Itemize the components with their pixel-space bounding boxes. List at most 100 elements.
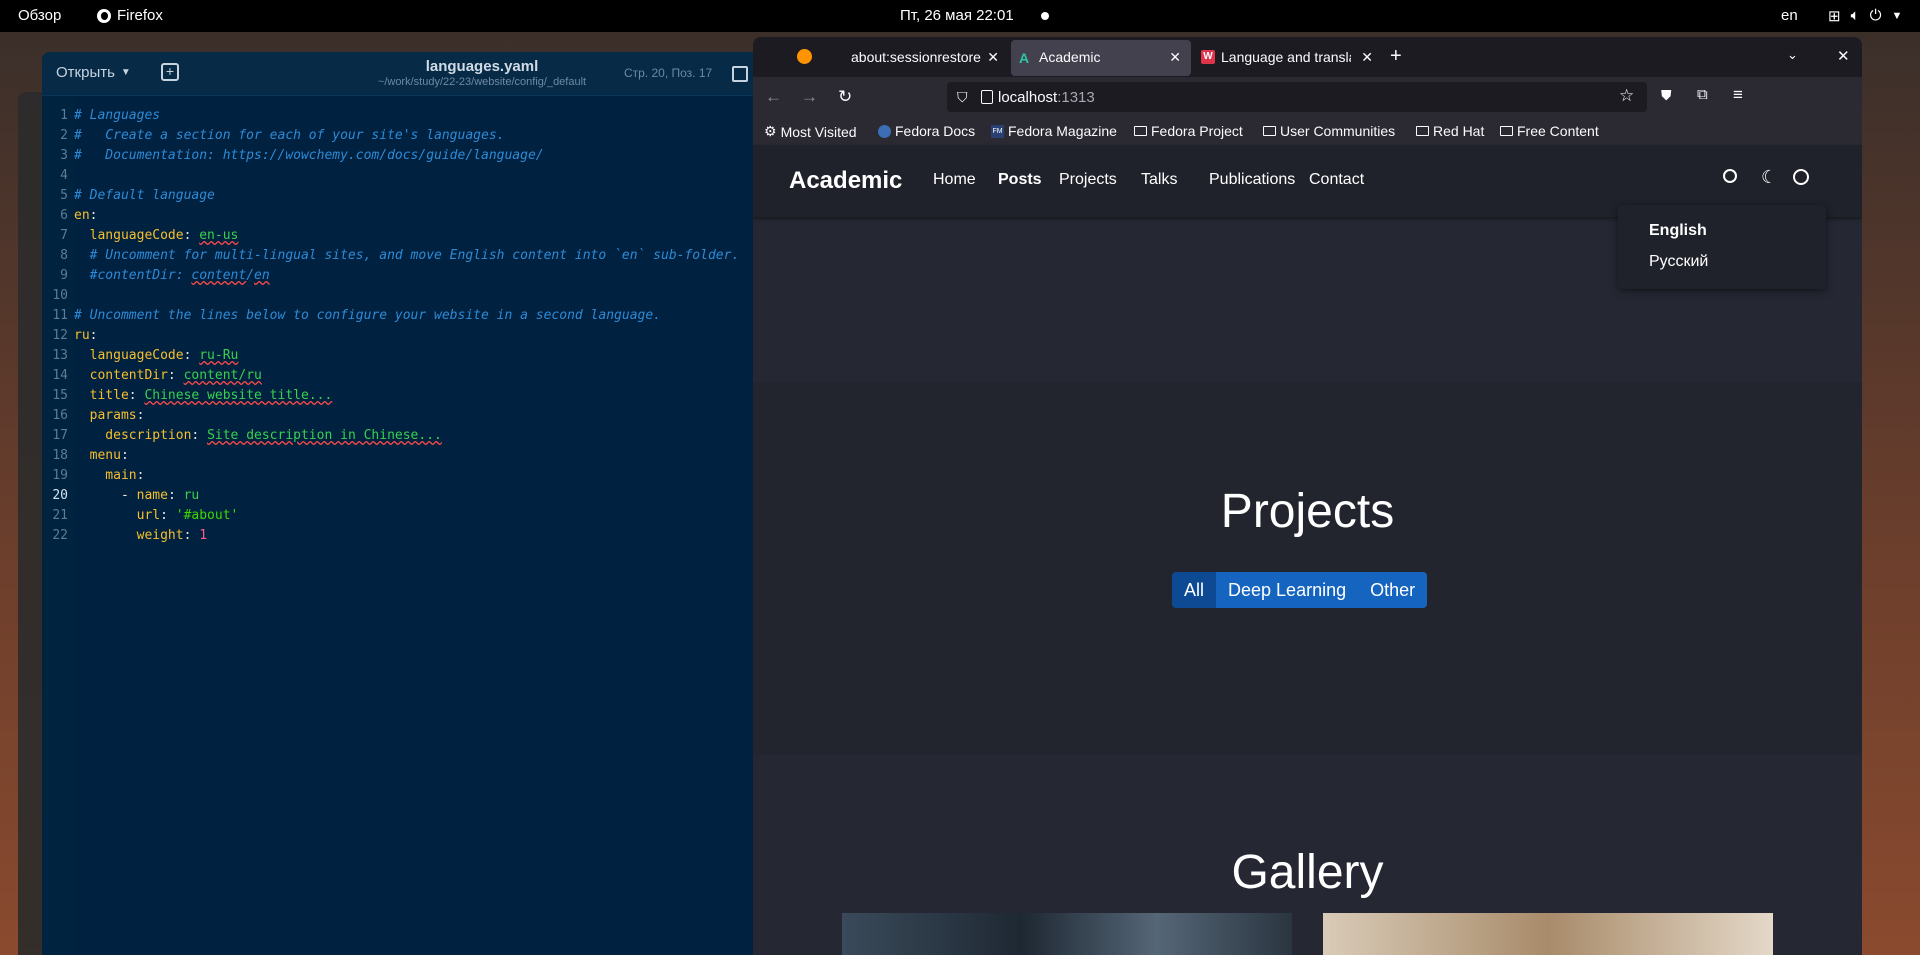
close-tab-icon[interactable]: ✕ — [1169, 49, 1181, 66]
code-token: languageCode — [74, 348, 184, 363]
tab-title: Language and translation — [1221, 49, 1351, 65]
code-token: title — [74, 388, 129, 403]
line-number: 12 — [52, 328, 68, 343]
open-button[interactable]: Открыть ▼ — [56, 64, 131, 81]
bookmark-free-content[interactable]: Free Content — [1500, 123, 1599, 139]
back-icon[interactable]: ← — [765, 87, 782, 107]
code-token: content/ru — [183, 368, 262, 383]
notification-dot-icon — [1041, 12, 1049, 20]
document-title: languages.yaml — [425, 58, 539, 75]
close-tab-icon[interactable]: ✕ — [1361, 49, 1373, 66]
code-token: # Uncomment for multi-lingual sites, and… — [74, 248, 740, 263]
fedora-magazine-icon: FM — [991, 124, 1004, 138]
cursor-position[interactable]: Стр. 20, Поз. 17 — [624, 66, 712, 80]
project-filter-group: All Deep Learning Other — [1172, 572, 1428, 608]
code-token: 1 — [199, 528, 208, 543]
line-number: 22 — [52, 528, 68, 543]
extensions-icon[interactable]: ⧉ — [1697, 86, 1708, 103]
bookmark-fedora-project[interactable]: Fedora Project — [1134, 123, 1243, 139]
nav-link-posts[interactable]: Posts — [998, 171, 1042, 189]
language-globe-icon[interactable] — [1793, 169, 1809, 185]
code-line: ru: — [74, 326, 97, 346]
code-token: : — [136, 468, 145, 483]
new-tab-icon[interactable]: + — [1390, 45, 1402, 68]
url-bar[interactable]: ⛉ localhost:1313 ☆ — [947, 82, 1647, 112]
close-tab-icon[interactable]: ✕ — [987, 49, 999, 66]
tab-academic[interactable]: A Academic ✕ — [1011, 40, 1191, 76]
code-token: weight — [74, 528, 184, 543]
new-document-icon[interactable]: + — [161, 63, 179, 81]
code-line: #contentDir: content/en — [74, 266, 270, 286]
code-line: en: — [74, 206, 97, 226]
keyboard-layout-indicator[interactable]: en — [1781, 7, 1798, 24]
code-token: Chinese website title... — [144, 388, 333, 403]
code-token: : — [128, 388, 145, 403]
dark-mode-moon-icon[interactable]: ☾ — [1761, 167, 1777, 188]
tab-language-translation[interactable]: W Language and translation ✕ — [1193, 40, 1383, 76]
bookmark-fedora-magazine[interactable]: FM Fedora Magazine — [991, 123, 1117, 139]
reload-icon[interactable]: ↻ — [838, 87, 852, 107]
nav-link-contact[interactable]: Contact — [1309, 171, 1364, 189]
text-editor-window: Открыть ▼ + languages.yaml ~/work/study/… — [42, 52, 774, 955]
code-line: # Default language — [74, 186, 215, 206]
activities-button[interactable]: Обзор — [18, 7, 61, 24]
network-icon: ⊞ — [1828, 8, 1841, 25]
pocket-icon[interactable]: ⛊ — [1661, 87, 1672, 104]
forward-icon[interactable]: → — [801, 87, 818, 107]
list-all-tabs-icon[interactable]: ⌄ — [1787, 47, 1798, 63]
page-info-icon[interactable] — [981, 90, 993, 104]
gallery-image[interactable] — [842, 913, 1292, 955]
code-line: title: Chinese website title... — [74, 386, 333, 406]
nav-link-projects[interactable]: Projects — [1059, 171, 1117, 189]
code-line: languageCode: ru-Ru — [74, 346, 239, 366]
site-brand[interactable]: Academic — [789, 167, 902, 195]
line-number: 7 — [60, 228, 68, 243]
code-token: : — [136, 408, 145, 423]
language-option-russian[interactable]: Русский — [1649, 253, 1708, 271]
search-icon[interactable] — [1723, 169, 1737, 183]
gallery-image[interactable] — [1323, 913, 1773, 955]
filter-other-button[interactable]: Other — [1358, 572, 1428, 608]
tab-title: about:sessionrestore — [851, 49, 981, 65]
filter-all-button[interactable]: All — [1172, 572, 1217, 608]
code-token: menu — [74, 448, 121, 463]
nav-link-publications[interactable]: Publications — [1209, 171, 1295, 189]
document-menu-icon[interactable] — [732, 66, 748, 82]
line-number: 4 — [60, 168, 68, 183]
code-line: languageCode: en-us — [74, 226, 239, 246]
app-menu[interactable]: Firefox — [97, 7, 163, 24]
code-line: # Create a section for each of your site… — [74, 126, 504, 146]
open-button-label: Открыть — [56, 64, 115, 81]
nav-link-talks[interactable]: Talks — [1141, 171, 1177, 189]
projects-heading: Projects — [1220, 485, 1395, 538]
code-token: content — [191, 268, 247, 283]
code-token: description — [74, 428, 192, 443]
code-token: params — [74, 408, 137, 423]
code-token: : — [167, 488, 184, 503]
line-number: 21 — [52, 508, 68, 523]
code-line: menu: — [74, 446, 129, 466]
code-line: # Uncomment the lines below to configure… — [74, 306, 661, 326]
system-tray[interactable]: ⊞ 🔈︎ ⏻ ▼ — [1828, 7, 1902, 25]
tab-sessionrestore[interactable]: about:sessionrestore ✕ — [823, 40, 1009, 76]
line-number: 14 — [52, 368, 68, 383]
language-option-english[interactable]: English — [1649, 222, 1707, 240]
nav-link-home[interactable]: Home — [933, 171, 976, 189]
hamburger-menu-icon[interactable]: ≡ — [1733, 85, 1743, 105]
line-number: 18 — [52, 448, 68, 463]
line-number: 2 — [60, 128, 68, 143]
bookmark-star-icon[interactable]: ☆ — [1619, 86, 1634, 106]
clock[interactable]: Пт, 26 мая 22:01 — [900, 7, 1014, 24]
app-name: Firefox — [117, 7, 163, 24]
firefox-view-icon[interactable] — [797, 49, 812, 64]
code-editor[interactable]: # Languages # Create a section for each o… — [74, 96, 774, 955]
close-window-icon[interactable]: ✕ — [1837, 47, 1850, 65]
bookmark-red-hat[interactable]: Red Hat — [1416, 123, 1484, 139]
bookmark-fedora-docs[interactable]: Fedora Docs — [878, 123, 975, 139]
bookmark-most-visited[interactable]: ⚙ Most Visited — [764, 123, 857, 140]
gnome-top-bar: Обзор Firefox Пт, 26 мая 22:01 en ⊞ 🔈︎ ⏻… — [0, 0, 1920, 32]
code-token: - — [74, 488, 137, 503]
bookmark-user-communities[interactable]: User Communities — [1263, 123, 1395, 139]
shield-icon[interactable]: ⛉ — [957, 89, 968, 106]
filter-deep-learning-button[interactable]: Deep Learning — [1216, 572, 1359, 608]
